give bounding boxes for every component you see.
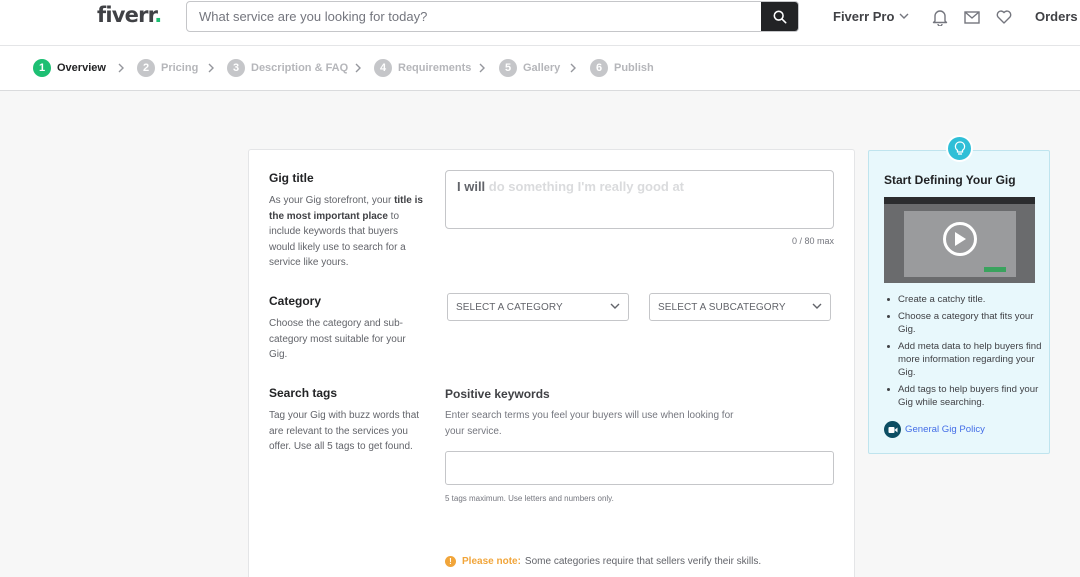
overview-form-card: Gig title As your Gig storefront, your t… <box>248 149 855 577</box>
positive-keywords-title: Positive keywords <box>445 387 550 401</box>
orders-link[interactable]: Orders <box>1035 9 1078 24</box>
subcategory-select-value: SELECT A SUBCATEGORY <box>658 302 786 313</box>
messages-button[interactable] <box>963 8 981 26</box>
logo-text: fiverr <box>97 3 155 27</box>
step-number: 1 <box>33 59 51 77</box>
category-select[interactable]: SELECT A CATEGORY <box>447 293 629 321</box>
note-label: Please note: <box>462 556 521 567</box>
subcategory-select[interactable]: SELECT A SUBCATEGORY <box>649 293 831 321</box>
fiverr-logo[interactable]: fiverr. <box>97 3 162 27</box>
list-item: Choose a category that fits your Gig. <box>886 310 1046 336</box>
tips-list: Create a catchy title. Choose a category… <box>886 293 1046 413</box>
search-tags-label-column: Search tags Tag your Gig with buzz words… <box>269 386 424 455</box>
step-number: 2 <box>137 59 155 77</box>
info-icon: ! <box>445 556 456 567</box>
fiverr-pro-menu[interactable]: Fiverr Pro <box>833 9 909 24</box>
step-description-faq[interactable]: 3 Description & FAQ <box>227 59 348 77</box>
bell-icon <box>932 9 948 26</box>
search-button[interactable] <box>761 2 798 31</box>
tutorial-video[interactable] <box>884 197 1035 283</box>
search-bar <box>186 1 799 32</box>
category-description: Choose the category and sub-category mos… <box>269 318 406 360</box>
heart-icon <box>996 10 1012 24</box>
tags-hint: 5 tags maximum. Use letters and numbers … <box>445 494 614 503</box>
gig-title-label-column: Gig title As your Gig storefront, your t… <box>269 171 424 271</box>
step-number: 5 <box>499 59 517 77</box>
chevron-right-icon <box>570 63 576 73</box>
step-overview[interactable]: 1 Overview <box>33 59 106 77</box>
search-icon <box>773 10 786 23</box>
step-label: Description & FAQ <box>251 62 349 74</box>
note-text: Some categories require that sellers ver… <box>524 556 762 567</box>
lightbulb-icon <box>946 135 973 162</box>
tips-title: Start Defining Your Gig <box>884 173 1016 187</box>
video-camera-icon <box>884 421 901 438</box>
search-input[interactable] <box>187 2 763 31</box>
step-publish[interactable]: 6 Publish <box>590 59 654 77</box>
step-pricing[interactable]: 2 Pricing <box>137 59 198 77</box>
notifications-button[interactable] <box>931 8 949 26</box>
gig-title-description: As your Gig storefront, your title is th… <box>269 195 423 268</box>
skills-verification-note: ! Please note: Some categories require t… <box>445 556 761 567</box>
step-label: Overview <box>57 62 106 74</box>
general-gig-policy-link[interactable]: General Gig Policy <box>884 421 985 438</box>
fiverr-pro-label: Fiverr Pro <box>833 9 895 24</box>
envelope-icon <box>964 10 980 24</box>
category-label-column: Category Choose the category and sub-cat… <box>269 294 424 363</box>
logo-dot: . <box>154 3 162 27</box>
chevron-right-icon <box>355 63 361 73</box>
step-label: Gallery <box>523 62 561 74</box>
step-label: Pricing <box>161 62 199 74</box>
gig-title-prefix: I will <box>457 179 486 194</box>
chevron-down-icon <box>899 13 909 19</box>
step-label: Requirements <box>398 62 472 74</box>
video-thumbnail-button <box>984 267 1006 272</box>
gig-title-placeholder: do something I'm really good at <box>485 179 685 194</box>
chevron-right-icon <box>479 63 485 73</box>
gig-title-char-counter: 0 / 80 max <box>791 236 834 246</box>
chevron-down-icon <box>812 303 822 309</box>
gig-title-label: Gig title <box>269 171 314 185</box>
video-thumbnail-bar <box>884 197 1035 204</box>
step-requirements[interactable]: 4 Requirements <box>374 59 471 77</box>
tags-input[interactable] <box>445 451 834 485</box>
tips-panel: Start Defining Your Gig Create a catchy … <box>868 150 1050 454</box>
category-label: Category <box>269 294 322 308</box>
favorites-button[interactable] <box>995 8 1013 26</box>
category-select-value: SELECT A CATEGORY <box>456 302 563 313</box>
chevron-right-icon <box>208 63 214 73</box>
positive-keywords-description: Enter search terms you feel your buyers … <box>445 410 734 437</box>
step-gallery[interactable]: 5 Gallery <box>499 59 560 77</box>
step-number: 6 <box>590 59 608 77</box>
list-item: Add meta data to help buyers find more i… <box>886 340 1046 379</box>
step-number: 3 <box>227 59 245 77</box>
list-item: Create a catchy title. <box>886 293 1046 306</box>
chevron-right-icon <box>118 63 124 73</box>
search-tags-description: Tag your Gig with buzz words that are re… <box>269 410 420 452</box>
gig-creation-stepper: 1 Overview 2 Pricing 3 Description & FAQ… <box>0 46 1080 91</box>
step-label: Publish <box>614 62 654 74</box>
step-number: 4 <box>374 59 392 77</box>
search-tags-label: Search tags <box>269 386 338 400</box>
gig-title-input[interactable]: I will do something I'm really good at <box>445 170 834 229</box>
top-header: fiverr. Fiverr Pro Orders <box>0 0 1080 46</box>
list-item: Add tags to help buyers find your Gig wh… <box>886 383 1046 409</box>
chevron-down-icon <box>610 303 620 309</box>
policy-link-text: General Gig Policy <box>905 424 985 435</box>
play-icon[interactable] <box>943 222 977 256</box>
